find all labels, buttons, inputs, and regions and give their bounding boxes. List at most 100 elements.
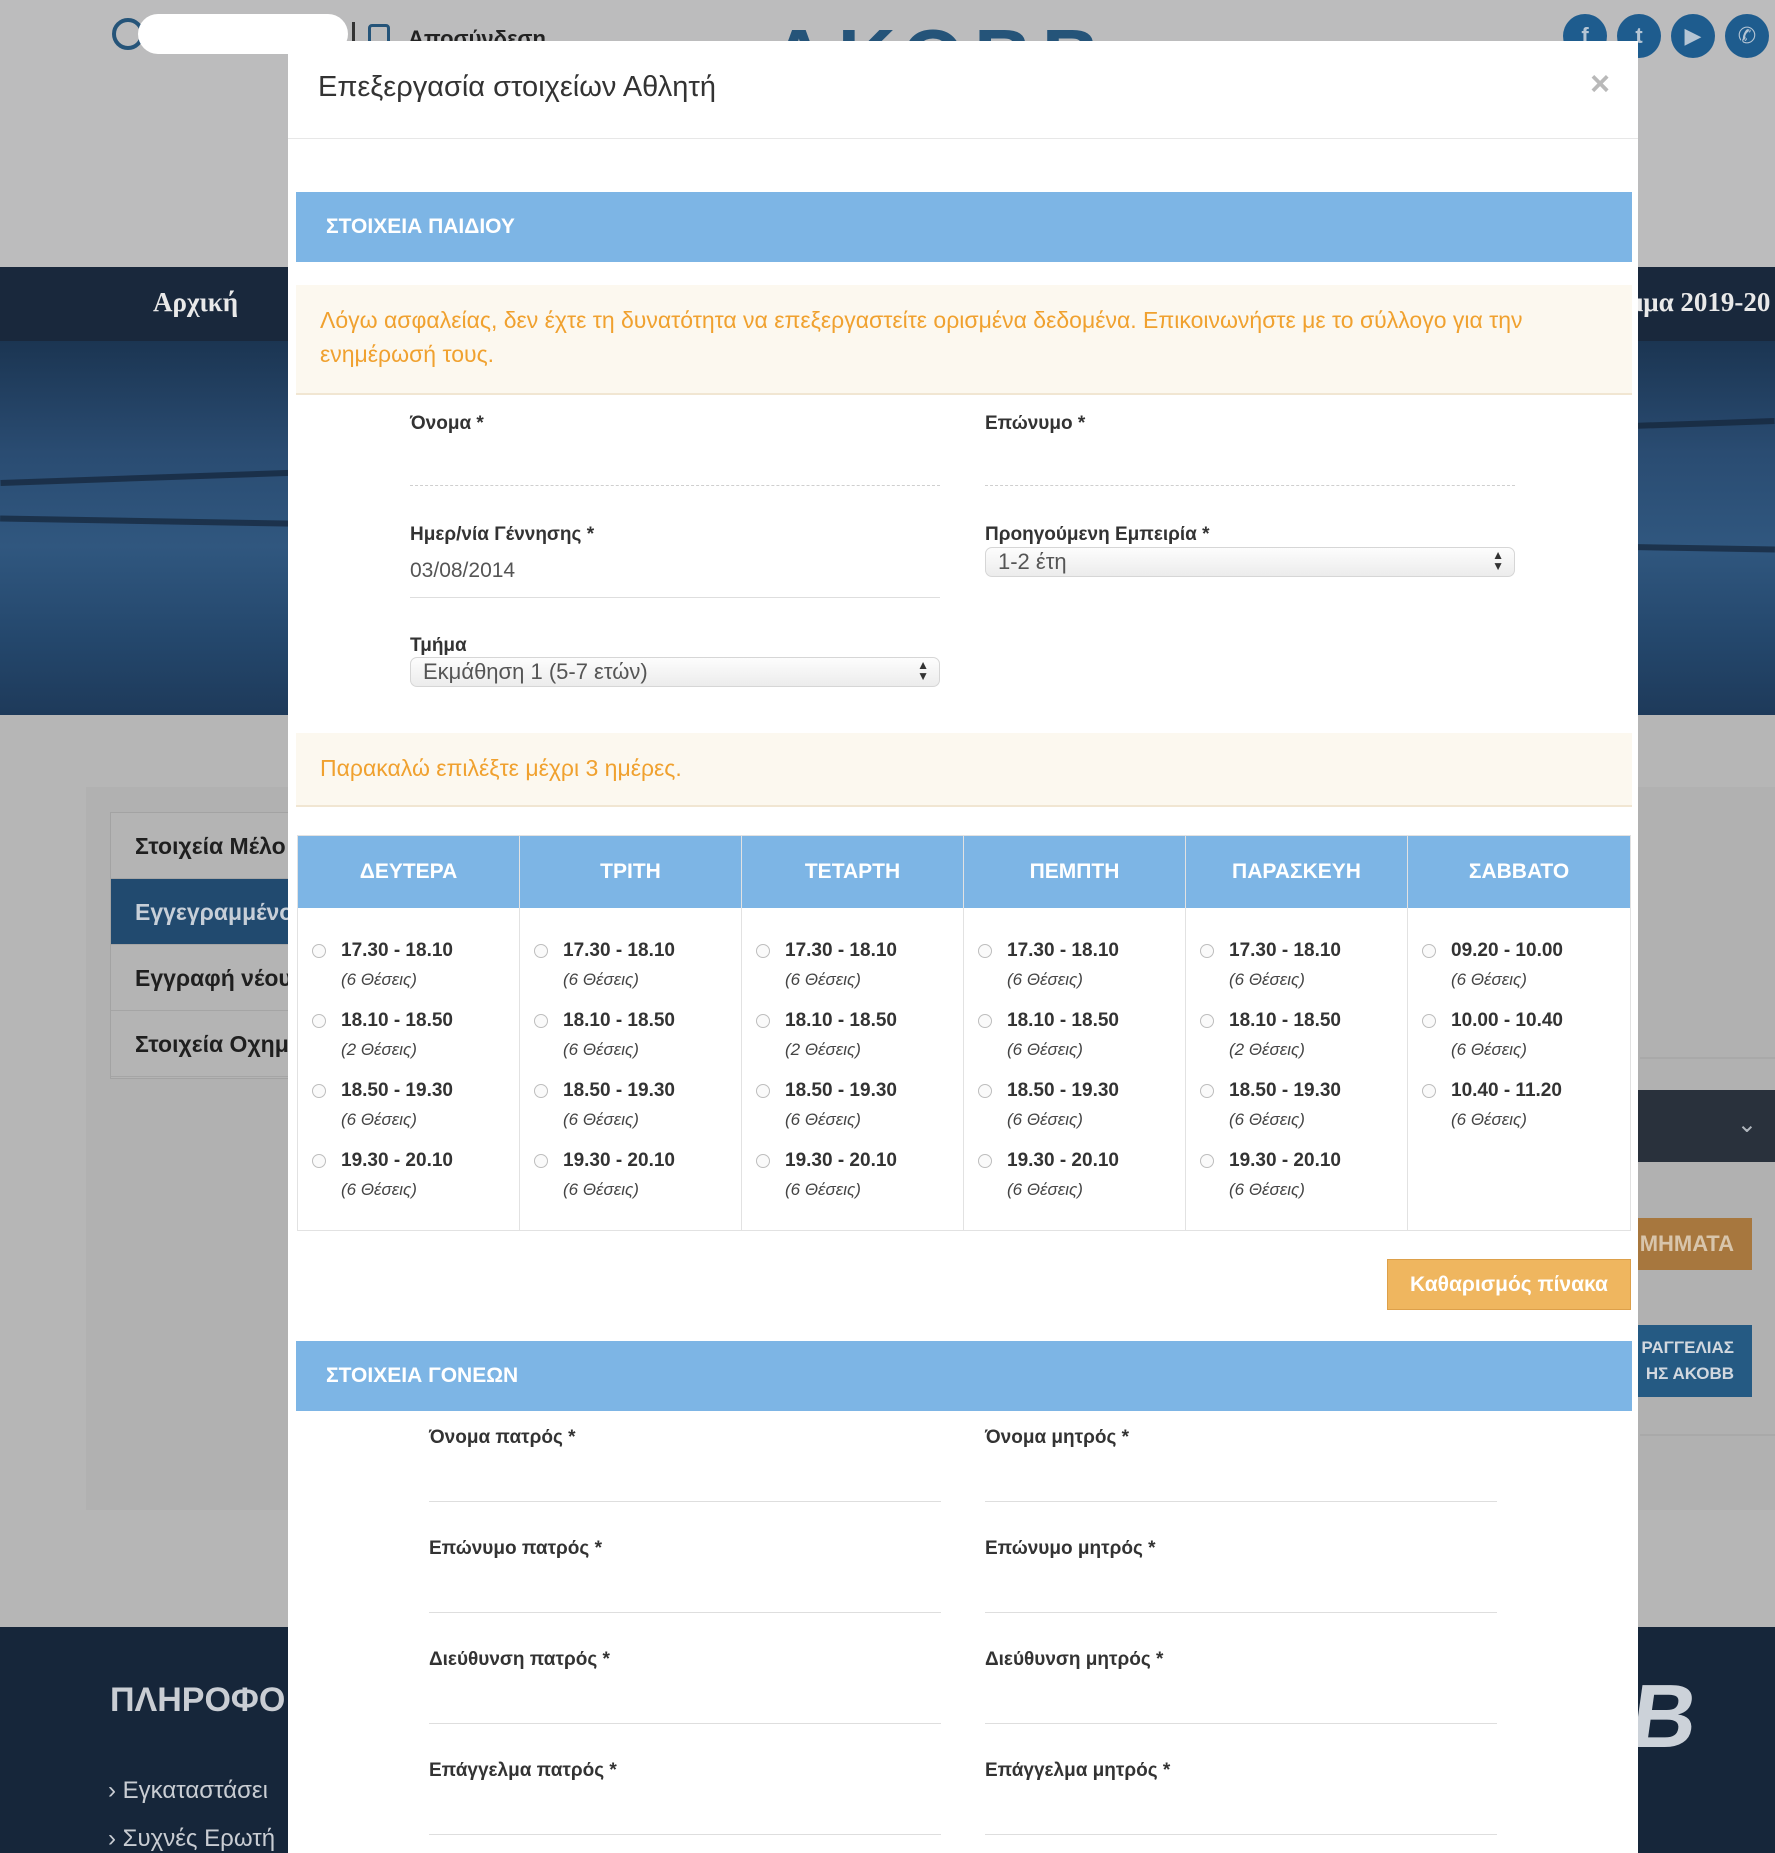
father-first-name-label: Όνομα πατρός * [429,1427,576,1448]
time-slot-radio[interactable] [312,1084,326,1098]
footer-link-facilities[interactable]: › Εγκαταστάσει [108,1777,268,1805]
select-arrows-icon: ▲ ▼ [1492,548,1504,573]
time-slot-option[interactable]: 18.50 - 19.30 (6 Θέσεις) [312,1080,512,1140]
time-slot-radio[interactable] [312,1014,326,1028]
time-slot-option[interactable]: 18.50 - 19.30 (6 Θέσεις) [756,1080,956,1140]
time-slot-radio[interactable] [756,1154,770,1168]
time-slot-label: 18.50 - 19.30 [341,1080,453,1101]
time-slot-option[interactable]: 18.10 - 18.50 (2 Θέσεις) [1200,1010,1400,1070]
time-slot-option[interactable]: 19.30 - 20.10 (6 Θέσεις) [978,1150,1178,1210]
close-icon[interactable]: × [1590,65,1610,104]
time-slot-radio[interactable] [978,1084,992,1098]
father-last-name-field[interactable] [429,1612,941,1613]
day-header: ΠΕΜΠΤΗ [964,836,1185,908]
birth-date-field[interactable]: 03/08/2014 [410,559,515,583]
time-slot-option[interactable]: 18.10 - 18.50 (2 Θέσεις) [756,1010,956,1070]
day-column: ΠΑΡΑΣΚΕΥΗ 17.30 - 18.10 (6 Θέσεις) 18.10 - … [1186,836,1408,1230]
mother-job-label: Επάγγελμα μητρός * [985,1760,1171,1781]
time-slot-option[interactable]: 17.30 - 18.10 (6 Θέσεις) [534,940,734,1000]
viber-icon[interactable]: ✆ [1725,14,1769,58]
available-seats: (6 Θέσεις) [563,1110,639,1129]
mother-address-field[interactable] [985,1723,1497,1724]
experience-select[interactable]: 1-2 έτη ▲ ▼ [985,547,1515,577]
side-menu-item-registered[interactable]: Εγγεγραμμένο [111,879,311,945]
time-slot-label: 18.10 - 18.50 [341,1010,453,1031]
time-slot-radio[interactable] [756,1014,770,1028]
time-slot-label: 19.30 - 20.10 [785,1150,897,1171]
time-slot-radio[interactable] [534,1014,548,1028]
time-slot-option[interactable]: 18.10 - 18.50 (2 Θέσεις) [312,1010,512,1070]
select-arrows-icon: ▲ ▼ [917,658,929,683]
time-slot-radio[interactable] [534,944,548,958]
first-name-underline [410,485,940,486]
available-seats: (6 Θέσεις) [1451,1110,1527,1129]
time-slot-radio[interactable] [756,1084,770,1098]
account-side-menu: Στοιχεία Μέλο Εγγεγραμμένο Εγγραφή νέου … [110,812,312,1079]
schedule-table: ΔΕΥΤΕΡΑ 17.30 - 18.10 (6 Θέσεις) 18.10 - 18… [297,835,1631,1231]
chevron-down-icon: ⌄ [1736,1111,1757,1138]
nav-home[interactable]: Αρχική [153,287,238,318]
time-slot-radio[interactable] [534,1154,548,1168]
time-slot-radio[interactable] [1200,1014,1214,1028]
side-menu-item-member[interactable]: Στοιχεία Μέλο [111,813,311,879]
time-slot-radio[interactable] [312,1154,326,1168]
time-slot-option[interactable]: 19.30 - 20.10 (6 Θέσεις) [312,1150,512,1210]
father-address-label: Διεύθυνση πατρός * [429,1649,610,1670]
side-menu-item-new-registration[interactable]: Εγγραφή νέου [111,945,311,1011]
available-seats: (6 Θέσεις) [1007,1110,1083,1129]
time-slot-label: 10.40 - 11.20 [1451,1080,1562,1101]
days-notice: Παρακαλώ επιλέξτε μέχρι 3 ημέρες. [296,733,1632,807]
time-slot-option[interactable]: 18.10 - 18.50 (6 Θέσεις) [978,1010,1178,1070]
child-section-heading: ΣΤΟΙΧΕΙΑ ΠΑΙΔΙΟΥ [296,192,1632,262]
day-header: ΣΑΒΒΑΤΟ [1408,836,1630,908]
mother-job-field[interactable] [985,1834,1497,1835]
mother-last-name-field[interactable] [985,1612,1497,1613]
time-slot-option[interactable]: 19.30 - 20.10 (6 Θέσεις) [756,1150,956,1210]
time-slot-radio[interactable] [534,1084,548,1098]
time-slot-option[interactable]: 19.30 - 20.10 (6 Θέσεις) [1200,1150,1400,1210]
time-slot-option[interactable]: 17.30 - 18.10 (6 Θέσεις) [1200,940,1400,1000]
available-seats: (6 Θέσεις) [563,1040,639,1059]
time-slot-label: 18.10 - 18.50 [563,1010,675,1031]
father-job-field[interactable] [429,1834,941,1835]
time-slot-option[interactable]: 19.30 - 20.10 (6 Θέσεις) [534,1150,734,1210]
time-slot-option[interactable]: 10.00 - 10.40 (6 Θέσεις) [1422,1010,1622,1070]
time-slot-radio[interactable] [1200,1084,1214,1098]
father-first-name-field[interactable] [429,1501,941,1502]
modal-title: Επεξεργασία στοιχείων Αθλητή [318,71,716,103]
time-slot-radio[interactable] [756,944,770,958]
time-slot-radio[interactable] [978,944,992,958]
time-slot-option[interactable]: 10.40 - 11.20 (6 Θέσεις) [1422,1080,1622,1140]
first-name-label: Όνομα * [410,413,484,434]
time-slot-option[interactable]: 17.30 - 18.10 (6 Θέσεις) [978,940,1178,1000]
time-slot-option[interactable]: 17.30 - 18.10 (6 Θέσεις) [756,940,956,1000]
time-slot-radio[interactable] [978,1154,992,1168]
time-slot-option[interactable]: 09.20 - 10.00 (6 Θέσεις) [1422,940,1622,1000]
mother-first-name-field[interactable] [985,1501,1497,1502]
experience-label: Προηγούμενη Εμπειρία * [985,524,1210,545]
time-slot-option[interactable]: 18.10 - 18.50 (6 Θέσεις) [534,1010,734,1070]
background-divider [1640,1434,1775,1436]
time-slot-radio[interactable] [1200,944,1214,958]
time-slot-option[interactable]: 18.50 - 19.30 (6 Θέσεις) [534,1080,734,1140]
time-slot-radio[interactable] [978,1014,992,1028]
available-seats: (2 Θέσεις) [785,1040,861,1059]
department-select[interactable]: Εκμάθηση 1 (5-7 ετών) ▲ ▼ [410,657,940,687]
time-slot-option[interactable]: 18.50 - 19.30 (6 Θέσεις) [978,1080,1178,1140]
available-seats: (6 Θέσεις) [1451,970,1527,989]
time-slot-radio[interactable] [1422,1084,1436,1098]
side-menu-item-vehicles[interactable]: Στοιχεία Οχημ [111,1011,311,1077]
youtube-icon[interactable]: ▶ [1671,14,1715,58]
time-slot-radio[interactable] [1200,1154,1214,1168]
footer-link-faq[interactable]: › Συχνές Ερωτή [108,1825,275,1853]
time-slot-radio[interactable] [312,944,326,958]
available-seats: (6 Θέσεις) [563,970,639,989]
time-slot-label: 19.30 - 20.10 [1007,1150,1119,1171]
time-slot-radio[interactable] [1422,1014,1436,1028]
nav-program[interactable]: μμα 2019-20 [1628,287,1770,318]
father-address-field[interactable] [429,1723,941,1724]
clear-table-button[interactable]: Καθαρισμός πίνακα [1387,1259,1631,1310]
time-slot-option[interactable]: 17.30 - 18.10 (6 Θέσεις) [312,940,512,1000]
time-slot-option[interactable]: 18.50 - 19.30 (6 Θέσεις) [1200,1080,1400,1140]
time-slot-radio[interactable] [1422,944,1436,958]
